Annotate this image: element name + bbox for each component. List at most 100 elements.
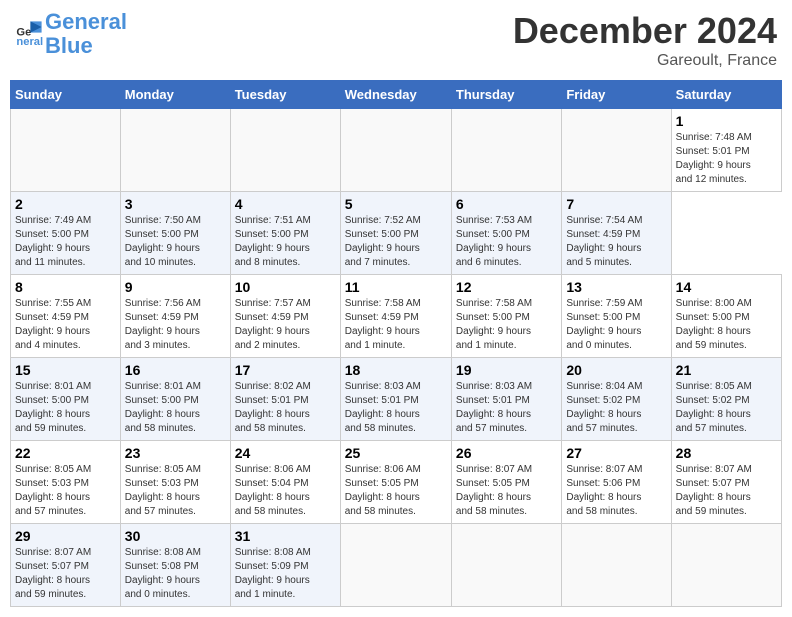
table-row: 14 Sunrise: 8:00 AMSunset: 5:00 PMDayligh… — [671, 275, 781, 358]
table-row — [340, 524, 451, 607]
calendar-week-row: 29 Sunrise: 8:07 AMSunset: 5:07 PMDayligh… — [11, 524, 782, 607]
day-number: 10 — [235, 279, 336, 295]
table-row: 19Sunrise: 8:03 AMSunset: 5:01 PMDayligh… — [451, 358, 561, 441]
table-row: 20 Sunrise: 8:04 AMSunset: 5:02 PMDayligh… — [562, 358, 671, 441]
day-info: Sunrise: 8:08 AMSunset: 5:09 PMDaylight:… — [235, 546, 336, 602]
day-number: 31 — [235, 528, 336, 544]
col-thursday: Thursday — [451, 81, 561, 109]
table-row: 13Sunrise: 7:59 AMSunset: 5:00 PMDayligh… — [562, 275, 671, 358]
day-number: 28 — [676, 445, 777, 461]
day-number: 30 — [125, 528, 226, 544]
table-row: 18Sunrise: 8:03 AMSunset: 5:01 PMDayligh… — [340, 358, 451, 441]
day-number: 17 — [235, 362, 336, 378]
table-row: 16 Sunrise: 8:01 AMSunset: 5:00 PMDayligh… — [120, 358, 230, 441]
table-row: 1Sunrise: 7:48 AMSunset: 5:01 PMDaylight… — [671, 109, 781, 192]
day-info: Sunrise: 8:07 AMSunset: 5:07 PMDaylight:… — [15, 546, 116, 602]
day-info: Sunrise: 8:01 AMSunset: 5:00 PMDaylight:… — [15, 380, 116, 436]
calendar-week-row: 1Sunrise: 7:48 AMSunset: 5:01 PMDaylight… — [11, 109, 782, 192]
day-info: Sunrise: 8:00 AMSunset: 5:00 PMDaylight:… — [676, 297, 777, 353]
calendar-week-row: 15 Sunrise: 8:01 AMSunset: 5:00 PMDayligh… — [11, 358, 782, 441]
day-number: 25 — [345, 445, 447, 461]
day-number: 12 — [456, 279, 557, 295]
day-info: Sunrise: 7:58 AMSunset: 4:59 PMDaylight:… — [345, 297, 447, 353]
day-info: Sunrise: 8:05 AMSunset: 5:02 PMDaylight:… — [676, 380, 777, 436]
logo-text: General — [45, 10, 127, 34]
day-number: 23 — [125, 445, 226, 461]
day-number: 7 — [566, 196, 666, 212]
day-info: Sunrise: 8:06 AMSunset: 5:05 PMDaylight:… — [345, 463, 447, 519]
table-row: 2 Sunrise: 7:49 AMSunset: 5:00 PMDaylight… — [11, 192, 121, 275]
day-info: Sunrise: 8:03 AMSunset: 5:01 PMDaylight:… — [456, 380, 557, 436]
day-number: 18 — [345, 362, 447, 378]
day-number: 14 — [676, 279, 777, 295]
day-info: Sunrise: 8:04 AMSunset: 5:02 PMDaylight:… — [566, 380, 666, 436]
table-row: 15 Sunrise: 8:01 AMSunset: 5:00 PMDayligh… — [11, 358, 121, 441]
day-number: 29 — [15, 528, 116, 544]
table-row: 8Sunrise: 7:55 AMSunset: 4:59 PMDaylight… — [11, 275, 121, 358]
day-number: 21 — [676, 362, 777, 378]
calendar-header-row: Sunday Monday Tuesday Wednesday Thursday… — [11, 81, 782, 109]
col-sunday: Sunday — [11, 81, 121, 109]
day-info: Sunrise: 7:51 AMSunset: 5:00 PMDaylight:… — [235, 214, 336, 270]
day-number: 16 — [125, 362, 226, 378]
day-info: Sunrise: 8:01 AMSunset: 5:00 PMDaylight:… — [125, 380, 226, 436]
day-number: 9 — [125, 279, 226, 295]
day-info: Sunrise: 7:53 AMSunset: 5:00 PMDaylight:… — [456, 214, 557, 270]
calendar-week-row: 8Sunrise: 7:55 AMSunset: 4:59 PMDaylight… — [11, 275, 782, 358]
table-row — [120, 109, 230, 192]
col-friday: Friday — [562, 81, 671, 109]
table-row: 25 Sunrise: 8:06 AMSunset: 5:05 PMDayligh… — [340, 441, 451, 524]
table-row: 5Sunrise: 7:52 AMSunset: 5:00 PMDaylight… — [340, 192, 451, 275]
day-info: Sunrise: 8:07 AMSunset: 5:06 PMDaylight:… — [566, 463, 666, 519]
table-row: 6Sunrise: 7:53 AMSunset: 5:00 PMDaylight… — [451, 192, 561, 275]
day-number: 3 — [125, 196, 226, 212]
day-number: 22 — [15, 445, 116, 461]
calendar-table: Sunday Monday Tuesday Wednesday Thursday… — [10, 80, 782, 607]
day-info: Sunrise: 7:49 AMSunset: 5:00 PMDaylight:… — [15, 214, 116, 270]
table-row: 17Sunrise: 8:02 AMSunset: 5:01 PMDayligh… — [230, 358, 340, 441]
table-row — [451, 524, 561, 607]
day-number: 11 — [345, 279, 447, 295]
day-number: 15 — [15, 362, 116, 378]
table-row: 29 Sunrise: 8:07 AMSunset: 5:07 PMDayligh… — [11, 524, 121, 607]
day-info: Sunrise: 8:07 AMSunset: 5:05 PMDaylight:… — [456, 463, 557, 519]
table-row: 10Sunrise: 7:57 AMSunset: 4:59 PMDayligh… — [230, 275, 340, 358]
day-number: 24 — [235, 445, 336, 461]
table-row: 31 Sunrise: 8:08 AMSunset: 5:09 PMDayligh… — [230, 524, 340, 607]
location-title: Gareoult, France — [513, 52, 777, 70]
table-row — [451, 109, 561, 192]
day-number: 13 — [566, 279, 666, 295]
day-info: Sunrise: 8:05 AMSunset: 5:03 PMDaylight:… — [15, 463, 116, 519]
table-row: 4 Sunrise: 7:51 AMSunset: 5:00 PMDaylight… — [230, 192, 340, 275]
day-number: 1 — [676, 113, 777, 129]
col-wednesday: Wednesday — [340, 81, 451, 109]
table-row — [340, 109, 451, 192]
table-row: 21 Sunrise: 8:05 AMSunset: 5:02 PMDayligh… — [671, 358, 781, 441]
logo-text2: Blue — [45, 34, 127, 58]
table-row — [11, 109, 121, 192]
day-info: Sunrise: 7:52 AMSunset: 5:00 PMDaylight:… — [345, 214, 447, 270]
title-block: December 2024 Gareoult, France — [513, 10, 777, 70]
table-row: 12 Sunrise: 7:58 AMSunset: 5:00 PMDayligh… — [451, 275, 561, 358]
table-row: 11 Sunrise: 7:58 AMSunset: 4:59 PMDayligh… — [340, 275, 451, 358]
table-row: 22 Sunrise: 8:05 AMSunset: 5:03 PMDayligh… — [11, 441, 121, 524]
day-info: Sunrise: 7:56 AMSunset: 4:59 PMDaylight:… — [125, 297, 226, 353]
logo: Ge neral General Blue — [15, 10, 127, 58]
table-row — [671, 524, 781, 607]
table-row — [562, 109, 671, 192]
table-row — [562, 524, 671, 607]
calendar-week-row: 22 Sunrise: 8:05 AMSunset: 5:03 PMDayligh… — [11, 441, 782, 524]
table-row: 26 Sunrise: 8:07 AMSunset: 5:05 PMDayligh… — [451, 441, 561, 524]
table-row: 23Sunrise: 8:05 AMSunset: 5:03 PMDayligh… — [120, 441, 230, 524]
day-number: 2 — [15, 196, 116, 212]
day-number: 26 — [456, 445, 557, 461]
day-info: Sunrise: 7:58 AMSunset: 5:00 PMDaylight:… — [456, 297, 557, 353]
day-number: 20 — [566, 362, 666, 378]
day-info: Sunrise: 7:55 AMSunset: 4:59 PMDaylight:… — [15, 297, 116, 353]
table-row: 28Sunrise: 8:07 AMSunset: 5:07 PMDayligh… — [671, 441, 781, 524]
day-number: 4 — [235, 196, 336, 212]
calendar-week-row: 2 Sunrise: 7:49 AMSunset: 5:00 PMDaylight… — [11, 192, 782, 275]
col-monday: Monday — [120, 81, 230, 109]
table-row: 24Sunrise: 8:06 AMSunset: 5:04 PMDayligh… — [230, 441, 340, 524]
table-row: 9 Sunrise: 7:56 AMSunset: 4:59 PMDaylight… — [120, 275, 230, 358]
